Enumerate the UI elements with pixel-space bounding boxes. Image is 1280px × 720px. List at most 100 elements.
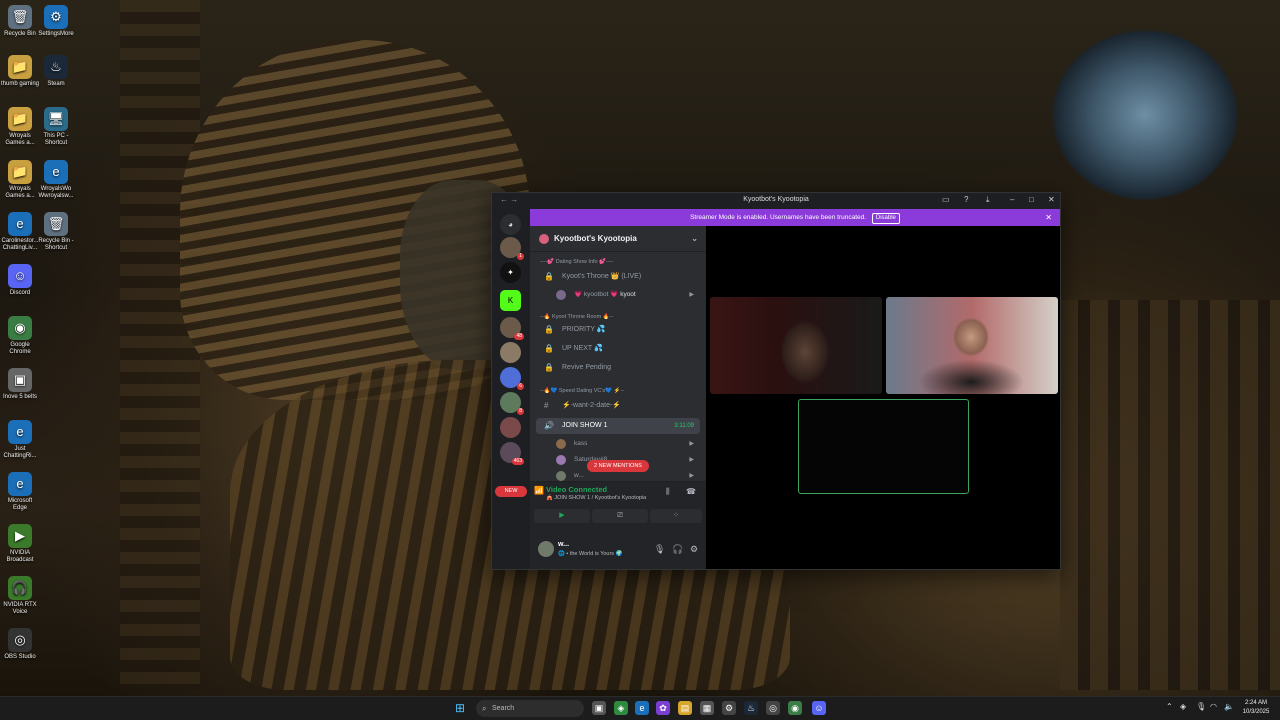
- disable-button[interactable]: Disable: [871, 213, 900, 224]
- nvidia-app-icon[interactable]: ◈: [614, 701, 628, 715]
- activities-button[interactable]: ⁘: [650, 509, 702, 523]
- desktop-app-icon: 📁: [8, 107, 32, 131]
- close-window-icon[interactable]: ✕: [1048, 195, 1055, 204]
- steam-icon[interactable]: ♨: [744, 701, 758, 715]
- avatar: [556, 290, 566, 300]
- inbox-icon[interactable]: ▭: [942, 195, 950, 204]
- desktop-icon[interactable]: 📁 Wroyals Games a...: [0, 107, 40, 147]
- clock-date: 10/3/2025: [1242, 709, 1270, 715]
- desktop-icon[interactable]: ◎ OBS Studio: [0, 628, 40, 661]
- microphone-icon[interactable]: 🎙: [654, 544, 665, 555]
- desktop-icon-label: OBS Studio: [4, 654, 36, 660]
- discord-taskbar-icon[interactable]: ☺: [812, 701, 826, 715]
- desktop-icon[interactable]: ⚙ SettingsMore: [36, 5, 76, 38]
- desktop-icon[interactable]: ♨ Steam: [36, 55, 76, 88]
- copilot-icon[interactable]: ✿: [656, 701, 670, 715]
- desktop-icon[interactable]: e Just ChattingRi...: [0, 420, 40, 460]
- channel-kyoots-throne[interactable]: 🔒 Kyoot's Throne 👑 (LIVE): [536, 269, 700, 285]
- task-view-icon[interactable]: ▣: [592, 701, 606, 715]
- desktop-icon[interactable]: ▣ Inove 5 belts: [0, 368, 40, 401]
- channel-want-2-date[interactable]: # ⚡-want-2-date-⚡: [536, 398, 700, 414]
- user-avatar[interactable]: [538, 541, 554, 557]
- voice-location[interactable]: 🎪 JOIN SHOW 1 / Kyootbot's Kyootopia: [546, 495, 646, 501]
- desktop-icon[interactable]: e Carolinestor... ChattingLiv...: [0, 212, 40, 252]
- video-tile-participant-2[interactable]: [886, 297, 1058, 394]
- windows-start-icon[interactable]: ⊞: [455, 702, 468, 715]
- desktop-icon-label: Google Chrome: [9, 342, 31, 355]
- video-tile-participant-3[interactable]: [798, 399, 969, 494]
- channel-revive-pending[interactable]: 🔒 Revive Pending: [536, 360, 700, 376]
- desktop-icon[interactable]: ☺ Discord: [0, 264, 40, 297]
- video-tile-participant-1[interactable]: [710, 297, 882, 394]
- signal-icon[interactable]: 📶: [534, 486, 544, 495]
- guild-header[interactable]: Kyootbot's Kyootopia ⌄: [530, 226, 706, 252]
- server-icon-5[interactable]: [500, 342, 521, 363]
- desktop-icon[interactable]: 🎧 NVIDIA RTX Voice: [0, 576, 40, 616]
- taskbar-search[interactable]: ⌕ Search: [476, 700, 584, 717]
- category-dating-show-info[interactable]: ----💕 Dating Show Info 💕----: [536, 254, 700, 270]
- desktop-icon[interactable]: ▶ NVIDIA Broadcast: [0, 524, 40, 564]
- desktop-icon[interactable]: 📁 thumb gaming: [0, 55, 40, 88]
- server-icon-2[interactable]: ✦: [500, 262, 521, 283]
- desktop-icon-label: Wroyals Games a...: [5, 133, 35, 146]
- file-explorer-icon[interactable]: ▤: [678, 701, 692, 715]
- lock-icon: 🔒: [544, 325, 554, 334]
- voice-user-kass[interactable]: kass ▶: [536, 436, 700, 452]
- channel-up-next[interactable]: 🔒 UP NEXT 💦: [536, 341, 700, 357]
- maximize-icon[interactable]: □: [1029, 195, 1034, 204]
- camera-icon: ▶: [689, 441, 694, 447]
- tray-app-icon[interactable]: ◈: [1180, 702, 1186, 711]
- channel-priority[interactable]: 🔒 PRIORITY 💦: [536, 322, 700, 338]
- voice-user-kyootbot[interactable]: 💗 kyootbot 💗 kyoot ▶: [536, 287, 700, 303]
- desktop-icon-label: WroyalsWo Wwroyalsw...: [38, 186, 74, 199]
- category-speed-dating[interactable]: --🔥💙 Speed Dating VC's💙 ⚡--: [536, 383, 700, 399]
- settings-icon[interactable]: ⚙: [722, 701, 736, 715]
- screen-share-button[interactable]: ⎚: [592, 509, 648, 523]
- volume-icon[interactable]: 🔈: [1224, 702, 1234, 711]
- server-icon-9[interactable]: 463: [500, 442, 524, 465]
- desktop-icon[interactable]: 📁 Wroyals Games a...: [0, 160, 40, 200]
- desktop-icon[interactable]: e WroyalsWo Wwroyalsw...: [36, 160, 76, 200]
- new-mentions-pill[interactable]: 2 NEW MENTIONS: [587, 460, 649, 472]
- server-icon-7[interactable]: 8: [500, 392, 524, 415]
- chevron-down-icon[interactable]: ⌄: [691, 226, 698, 252]
- desktop-icon[interactable]: 🖥 This PC - Shortcut: [36, 107, 76, 147]
- help-icon[interactable]: ?: [964, 195, 968, 204]
- tray-chevron-icon[interactable]: ⌃: [1166, 702, 1173, 711]
- clock-time: 2:24 AM: [1244, 700, 1267, 706]
- channel-join-show-1[interactable]: 🔊 JOIN SHOW 1 3:11:09: [536, 418, 700, 434]
- server-icon-6[interactable]: 6: [500, 367, 524, 390]
- download-icon[interactable]: ⤓: [986, 195, 990, 205]
- voice-status[interactable]: Video Connected: [546, 485, 607, 494]
- desktop-icon-label: Recycle Bin - Shortcut: [38, 238, 74, 251]
- discord-home-icon[interactable]: ◕: [500, 214, 521, 235]
- headphones-icon[interactable]: 🎧: [672, 544, 683, 555]
- kick-server-icon[interactable]: K: [500, 290, 521, 311]
- chrome-icon[interactable]: ◉: [788, 701, 802, 715]
- camera-icon: ▶: [689, 292, 694, 298]
- server-icon-4[interactable]: 48: [500, 317, 524, 340]
- server-icon-8[interactable]: [500, 417, 521, 438]
- banner-close-icon[interactable]: ✕: [1045, 209, 1052, 226]
- video-button[interactable]: ▶: [534, 509, 590, 523]
- settings-gear-icon[interactable]: ⚙: [690, 544, 698, 555]
- wifi-icon[interactable]: ◠: [1210, 702, 1217, 711]
- user-name[interactable]: w...: [558, 541, 569, 548]
- wallpaper-city: [1060, 300, 1280, 690]
- edge-icon[interactable]: e: [635, 701, 649, 715]
- new-unread-pill[interactable]: NEW: [495, 486, 527, 497]
- disconnect-icon[interactable]: ☎: [686, 487, 696, 496]
- user-tag: 💗 kyoot: [610, 291, 636, 298]
- desktop-icon[interactable]: e Microsoft Edge: [0, 472, 40, 512]
- minimize-icon[interactable]: –: [1010, 195, 1014, 204]
- tray-mic-icon[interactable]: 🎙: [1196, 702, 1206, 711]
- desktop-icon[interactable]: ◉ Google Chrome: [0, 316, 40, 356]
- obs-icon[interactable]: ◎: [766, 701, 780, 715]
- clock[interactable]: 2:24 AM 10/3/2025: [1238, 699, 1274, 717]
- desktop-icon[interactable]: 🗑 Recycle Bin: [0, 5, 40, 38]
- desktop-icon[interactable]: 🗑 Recycle Bin - Shortcut: [36, 212, 76, 252]
- channel-label: ⚡-want-2-date-⚡: [562, 402, 622, 409]
- server-icon-1[interactable]: 1: [500, 237, 524, 260]
- noise-suppression-icon[interactable]: ⫼: [666, 487, 670, 497]
- store-icon[interactable]: ▦: [700, 701, 714, 715]
